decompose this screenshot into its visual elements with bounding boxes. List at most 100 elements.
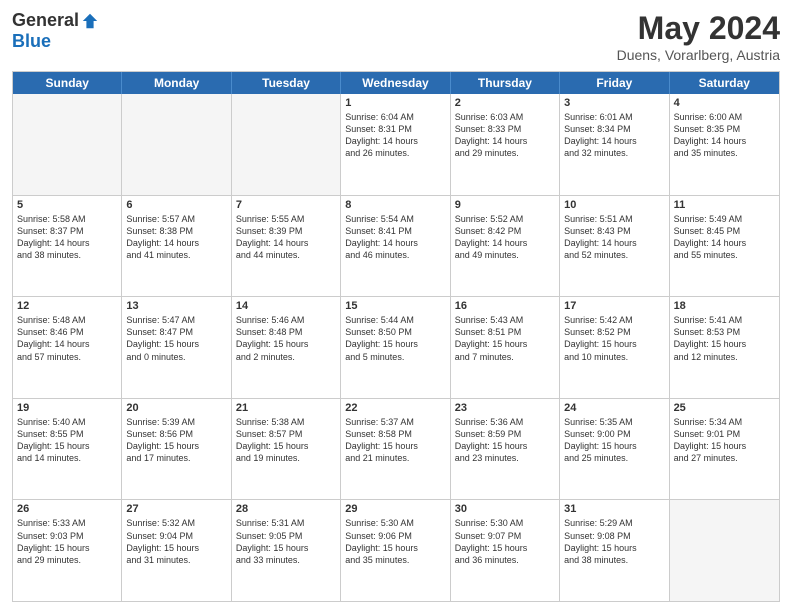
calendar-cell: 13Sunrise: 5:47 AMSunset: 8:47 PMDayligh… bbox=[122, 297, 231, 398]
cell-info-line: Sunrise: 5:40 AM bbox=[17, 416, 117, 428]
cell-info-line: Daylight: 15 hours bbox=[674, 440, 775, 452]
calendar-row-3: 19Sunrise: 5:40 AMSunset: 8:55 PMDayligh… bbox=[13, 399, 779, 501]
cell-info-line: Daylight: 15 hours bbox=[236, 440, 336, 452]
calendar-header: SundayMondayTuesdayWednesdayThursdayFrid… bbox=[13, 72, 779, 94]
cell-info-line: Sunrise: 5:38 AM bbox=[236, 416, 336, 428]
cell-info-line: Sunset: 8:43 PM bbox=[564, 225, 664, 237]
day-of-week-tuesday: Tuesday bbox=[232, 72, 341, 94]
calendar-cell: 3Sunrise: 6:01 AMSunset: 8:34 PMDaylight… bbox=[560, 94, 669, 195]
calendar-cell: 2Sunrise: 6:03 AMSunset: 8:33 PMDaylight… bbox=[451, 94, 560, 195]
day-number: 5 bbox=[17, 199, 117, 211]
calendar-cell: 24Sunrise: 5:35 AMSunset: 9:00 PMDayligh… bbox=[560, 399, 669, 500]
calendar-cell: 9Sunrise: 5:52 AMSunset: 8:42 PMDaylight… bbox=[451, 196, 560, 297]
cell-info-line: and 31 minutes. bbox=[126, 554, 226, 566]
cell-info-line: Sunset: 9:01 PM bbox=[674, 428, 775, 440]
day-number: 13 bbox=[126, 300, 226, 312]
logo-icon bbox=[81, 12, 99, 30]
cell-info-line: Daylight: 15 hours bbox=[17, 440, 117, 452]
calendar-cell: 8Sunrise: 5:54 AMSunset: 8:41 PMDaylight… bbox=[341, 196, 450, 297]
day-number: 17 bbox=[564, 300, 664, 312]
cell-info-line: Sunset: 8:51 PM bbox=[455, 326, 555, 338]
cell-info-line: Sunset: 8:37 PM bbox=[17, 225, 117, 237]
calendar-cell: 19 Sunrise: 5:40 AMSunset: 8:55 PMDayligh… bbox=[13, 399, 122, 500]
calendar-cell: 25Sunrise: 5:34 AMSunset: 9:01 PMDayligh… bbox=[670, 399, 779, 500]
cell-info-line: Daylight: 15 hours bbox=[455, 542, 555, 554]
cell-info-line: and 33 minutes. bbox=[236, 554, 336, 566]
cell-info-line: Daylight: 14 hours bbox=[455, 135, 555, 147]
month-year: May 2024 bbox=[617, 10, 780, 47]
cell-info-line: and 41 minutes. bbox=[126, 249, 226, 261]
cell-info-line: Sunset: 8:45 PM bbox=[674, 225, 775, 237]
cell-info-line: Daylight: 14 hours bbox=[126, 237, 226, 249]
day-number: 18 bbox=[674, 300, 775, 312]
day-number: 14 bbox=[236, 300, 336, 312]
cell-info-line: Sunrise: 5:54 AM bbox=[345, 213, 445, 225]
day-number: 19 bbox=[17, 402, 117, 414]
cell-info-line: Sunset: 9:00 PM bbox=[564, 428, 664, 440]
calendar-cell: 27Sunrise: 5:32 AMSunset: 9:04 PMDayligh… bbox=[122, 500, 231, 601]
day-of-week-friday: Friday bbox=[560, 72, 669, 94]
day-number: 7 bbox=[236, 199, 336, 211]
cell-info-line: and 27 minutes. bbox=[674, 452, 775, 464]
cell-info-line: Sunset: 8:57 PM bbox=[236, 428, 336, 440]
cell-info-line: Sunset: 8:42 PM bbox=[455, 225, 555, 237]
day-number: 25 bbox=[674, 402, 775, 414]
cell-info-line: Sunrise: 5:48 AM bbox=[17, 314, 117, 326]
cell-info-line: and 7 minutes. bbox=[455, 351, 555, 363]
cell-info-line: and 5 minutes. bbox=[345, 351, 445, 363]
cell-info-line: Sunrise: 5:41 AM bbox=[674, 314, 775, 326]
cell-info-line: Daylight: 15 hours bbox=[455, 440, 555, 452]
cell-info-line: Sunrise: 5:37 AM bbox=[345, 416, 445, 428]
cell-info-line: Daylight: 14 hours bbox=[345, 135, 445, 147]
cell-info-line: Sunrise: 5:29 AM bbox=[564, 517, 664, 529]
cell-info-line: Daylight: 15 hours bbox=[236, 542, 336, 554]
day-number: 8 bbox=[345, 199, 445, 211]
day-of-week-monday: Monday bbox=[122, 72, 231, 94]
cell-info-line: and 14 minutes. bbox=[17, 452, 117, 464]
calendar-cell bbox=[13, 94, 122, 195]
day-number: 1 bbox=[345, 97, 445, 109]
day-number: 24 bbox=[564, 402, 664, 414]
cell-info-line: and 17 minutes. bbox=[126, 452, 226, 464]
cell-info-line: Daylight: 15 hours bbox=[17, 542, 117, 554]
cell-info-line: Sunrise: 6:04 AM bbox=[345, 111, 445, 123]
day-number: 16 bbox=[455, 300, 555, 312]
calendar-cell: 30Sunrise: 5:30 AMSunset: 9:07 PMDayligh… bbox=[451, 500, 560, 601]
title-block: May 2024 Duens, Vorarlberg, Austria bbox=[617, 10, 780, 63]
cell-info-line: Sunset: 9:03 PM bbox=[17, 530, 117, 542]
cell-info-line: Sunset: 8:47 PM bbox=[126, 326, 226, 338]
calendar-cell: 23Sunrise: 5:36 AMSunset: 8:59 PMDayligh… bbox=[451, 399, 560, 500]
day-number: 2 bbox=[455, 97, 555, 109]
day-number: 30 bbox=[455, 503, 555, 515]
cell-info-line: Daylight: 14 hours bbox=[17, 338, 117, 350]
cell-info-line: Sunset: 8:33 PM bbox=[455, 123, 555, 135]
logo: General Blue bbox=[12, 10, 99, 52]
cell-info-line: Sunset: 8:48 PM bbox=[236, 326, 336, 338]
cell-info-line: and 35 minutes. bbox=[345, 554, 445, 566]
cell-info-line: and 26 minutes. bbox=[345, 147, 445, 159]
calendar-cell: 1Sunrise: 6:04 AMSunset: 8:31 PMDaylight… bbox=[341, 94, 450, 195]
calendar-cell: 12Sunrise: 5:48 AMSunset: 8:46 PMDayligh… bbox=[13, 297, 122, 398]
cell-info-line: Sunset: 8:55 PM bbox=[17, 428, 117, 440]
calendar-cell: 20Sunrise: 5:39 AMSunset: 8:56 PMDayligh… bbox=[122, 399, 231, 500]
logo-text: General bbox=[12, 10, 99, 31]
day-number: 20 bbox=[126, 402, 226, 414]
cell-info-line: Daylight: 15 hours bbox=[126, 542, 226, 554]
cell-info-line: and 29 minutes. bbox=[455, 147, 555, 159]
cell-info-line: Daylight: 15 hours bbox=[126, 440, 226, 452]
cell-info-line: Sunrise: 5:35 AM bbox=[564, 416, 664, 428]
cell-info-line: Daylight: 15 hours bbox=[564, 542, 664, 554]
calendar-cell: 28Sunrise: 5:31 AMSunset: 9:05 PMDayligh… bbox=[232, 500, 341, 601]
cell-info-line: Sunrise: 6:01 AM bbox=[564, 111, 664, 123]
calendar-cell: 6Sunrise: 5:57 AMSunset: 8:38 PMDaylight… bbox=[122, 196, 231, 297]
cell-info-line: Sunrise: 5:58 AM bbox=[17, 213, 117, 225]
calendar-cell: 14Sunrise: 5:46 AMSunset: 8:48 PMDayligh… bbox=[232, 297, 341, 398]
cell-info-line: Sunrise: 5:44 AM bbox=[345, 314, 445, 326]
cell-info-line: and 29 minutes. bbox=[17, 554, 117, 566]
cell-info-line: Sunset: 8:35 PM bbox=[674, 123, 775, 135]
cell-info-line: Daylight: 14 hours bbox=[674, 237, 775, 249]
day-number: 4 bbox=[674, 97, 775, 109]
calendar-cell: 16Sunrise: 5:43 AMSunset: 8:51 PMDayligh… bbox=[451, 297, 560, 398]
calendar-row-2: 12Sunrise: 5:48 AMSunset: 8:46 PMDayligh… bbox=[13, 297, 779, 399]
day-number: 28 bbox=[236, 503, 336, 515]
